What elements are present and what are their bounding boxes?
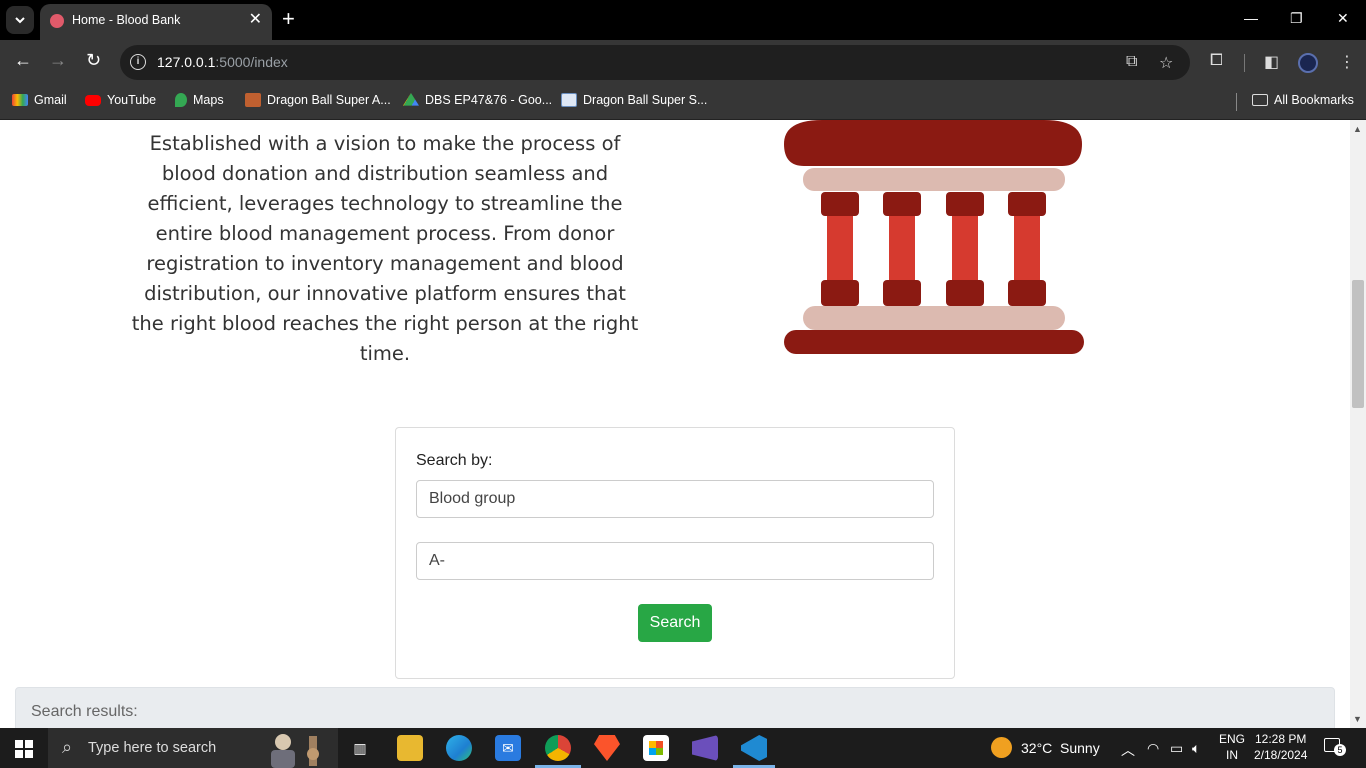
- page-content: Established with a vision to make the pr…: [0, 120, 1350, 728]
- reload-icon[interactable]: ↻: [86, 50, 101, 71]
- close-tab-icon[interactable]: ✕: [249, 12, 262, 28]
- blood-bank-building-icon: [784, 120, 1084, 354]
- show-hidden-icons-icon[interactable]: ︿: [1121, 740, 1135, 760]
- folder-icon: [1252, 94, 1268, 106]
- browser-tab-active[interactable]: Home - Blood Bank ✕: [40, 4, 272, 40]
- bookmarks-bar: Gmail YouTube Maps Dragon Ball Super A..…: [0, 85, 1366, 120]
- scroll-down-icon[interactable]: ▼: [1353, 714, 1362, 724]
- search-icon: ⌕: [62, 737, 73, 757]
- weather-temperature[interactable]: 32°C: [1021, 740, 1052, 756]
- weather-description[interactable]: Sunny: [1060, 740, 1100, 756]
- tab-title: Home - Blood Bank: [72, 13, 181, 27]
- restore-icon[interactable]: ❐: [1290, 10, 1303, 27]
- bookmark-star-icon[interactable]: ☆: [1159, 53, 1173, 73]
- network-icon[interactable]: ◠: [1147, 740, 1159, 757]
- address-bar[interactable]: i 127.0.0.1:5000/index ⧉ ☆: [120, 45, 1190, 80]
- side-panel-icon[interactable]: ◧: [1264, 52, 1279, 72]
- search-results-heading: Search results:: [31, 703, 138, 720]
- site-thumbnail-icon: [245, 93, 261, 107]
- new-tab-icon[interactable]: +: [282, 8, 295, 30]
- battery-icon[interactable]: ▭: [1170, 740, 1183, 757]
- menu-icon[interactable]: ⋮: [1339, 52, 1355, 72]
- back-icon[interactable]: ←: [14, 50, 32, 71]
- scrollbar-thumb[interactable]: [1352, 280, 1364, 408]
- bookmarks-divider: [1236, 93, 1237, 111]
- youtube-icon: [85, 94, 101, 106]
- bookmark-maps[interactable]: Maps: [175, 93, 224, 107]
- scroll-up-icon[interactable]: ▲: [1353, 124, 1362, 134]
- edge-browser-icon[interactable]: [446, 735, 472, 761]
- task-view-icon[interactable]: ▥: [347, 735, 373, 761]
- translate-icon[interactable]: ⧉: [1126, 53, 1137, 71]
- url-text[interactable]: 127.0.0.1:5000/index: [157, 54, 288, 70]
- maps-pin-icon: [175, 93, 187, 107]
- page-scrollbar[interactable]: ▲ ▼: [1350, 120, 1366, 728]
- mail-icon[interactable]: ✉: [495, 735, 521, 761]
- search-results-panel: Search results:: [15, 687, 1335, 728]
- bookmark-youtube[interactable]: YouTube: [85, 93, 156, 107]
- google-drive-icon: [403, 93, 419, 106]
- language-indicator[interactable]: ENG IN: [1219, 731, 1245, 763]
- site-thumbnail-icon: [561, 93, 577, 107]
- profile-avatar[interactable]: [1298, 53, 1318, 73]
- bookmark-dragon-ball-2[interactable]: Dragon Ball Super S...: [561, 93, 707, 107]
- close-window-icon[interactable]: ✕: [1337, 10, 1349, 27]
- weather-sun-icon[interactable]: [991, 737, 1012, 758]
- tab-strip: Home - Blood Bank ✕ + — ❐ ✕: [0, 0, 1366, 40]
- microsoft-store-icon[interactable]: [643, 735, 669, 761]
- notification-count-badge: 5: [1334, 744, 1346, 756]
- visual-studio-icon[interactable]: [692, 735, 718, 761]
- volume-icon[interactable]: 🔈︎: [1192, 740, 1200, 757]
- tab-search-button[interactable]: [6, 6, 34, 34]
- windows-start-icon[interactable]: [15, 740, 33, 758]
- toolbar-divider: [1244, 54, 1245, 72]
- search-value-input[interactable]: A-: [416, 542, 934, 580]
- bookmark-dbs-drive[interactable]: DBS EP47&76 - Goo...: [403, 93, 552, 107]
- extensions-icon[interactable]: ⧠: [1210, 52, 1223, 70]
- minimize-icon[interactable]: —: [1244, 10, 1258, 26]
- blood-bank-favicon-icon: [50, 14, 64, 28]
- bookmark-dragon-ball-1[interactable]: Dragon Ball Super A...: [245, 93, 391, 107]
- search-by-label: Search by:: [416, 452, 493, 469]
- chrome-icon[interactable]: [545, 735, 571, 761]
- site-info-icon[interactable]: i: [130, 54, 146, 70]
- search-highlight-illustration-icon: [271, 734, 319, 768]
- gmail-icon: [12, 94, 28, 106]
- file-explorer-icon[interactable]: [397, 735, 423, 761]
- search-button[interactable]: Search: [638, 604, 712, 642]
- brave-browser-icon[interactable]: [594, 735, 620, 761]
- all-bookmarks-button[interactable]: All Bookmarks: [1252, 93, 1354, 107]
- taskbar-search-placeholder: Type here to search: [88, 740, 217, 756]
- taskbar-search-box[interactable]: ⌕ Type here to search: [48, 728, 338, 768]
- windows-taskbar: ⌕ Type here to search ▥ ✉ 32°C Sunny ︿ ◠…: [0, 728, 1366, 768]
- bookmark-gmail[interactable]: Gmail: [12, 93, 67, 107]
- forward-icon[interactable]: →: [49, 50, 67, 71]
- search-card: Search by: Blood group A- Search: [395, 427, 955, 679]
- browser-toolbar: ← → ↻ i 127.0.0.1:5000/index ⧉ ☆ ⧠ ◧ ⋮: [0, 40, 1366, 85]
- about-paragraph: Established with a vision to make the pr…: [131, 132, 639, 365]
- system-clock[interactable]: 12:28 PM 2/18/2024: [1254, 731, 1307, 763]
- notification-center-icon[interactable]: 5: [1324, 738, 1346, 756]
- search-criteria-select[interactable]: Blood group: [416, 480, 934, 518]
- vscode-icon[interactable]: [741, 735, 767, 761]
- chevron-down-icon: [15, 17, 25, 24]
